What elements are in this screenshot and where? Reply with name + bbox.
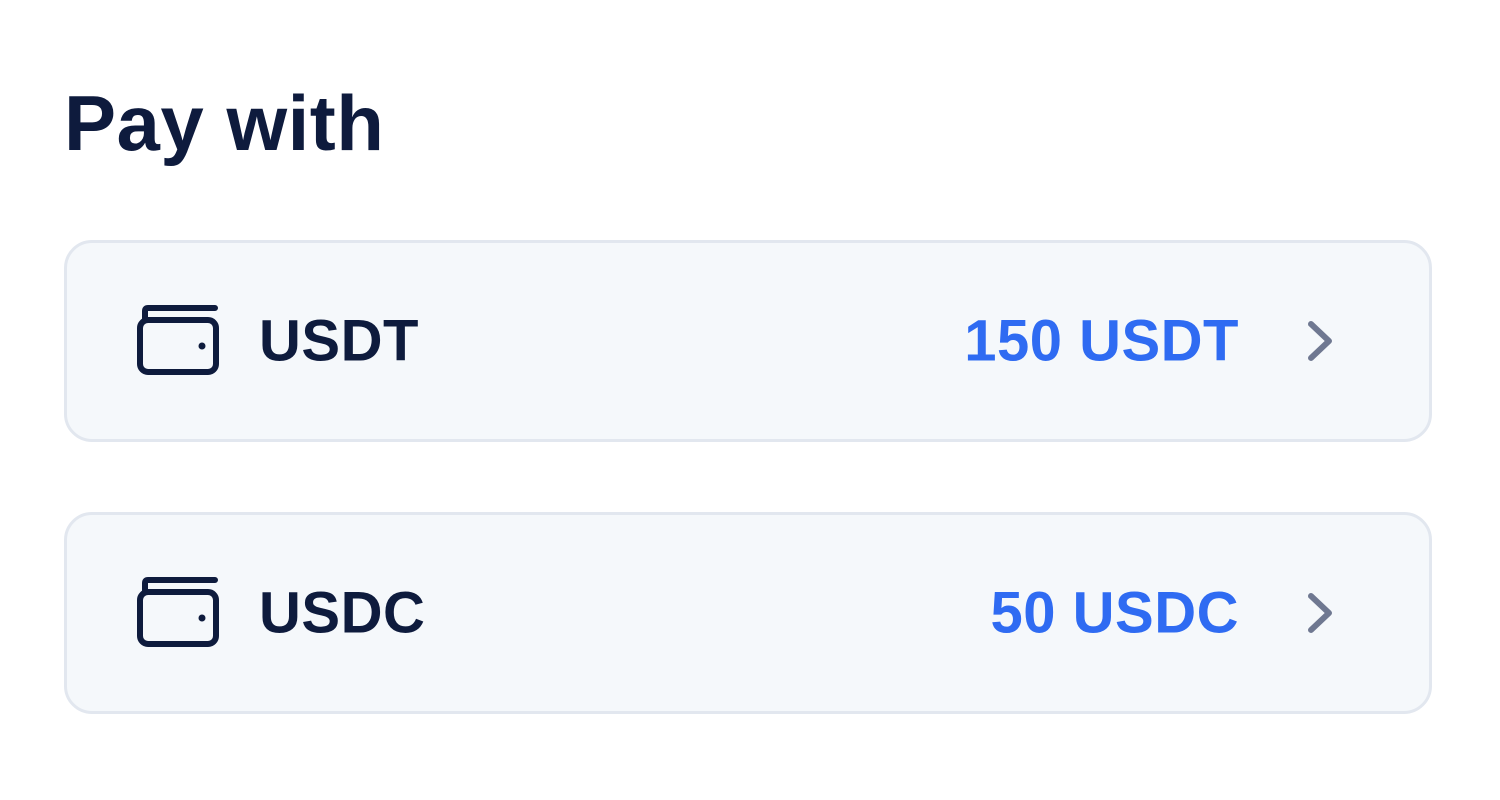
page-title: Pay with (64, 79, 385, 167)
payment-option-usdt[interactable]: USDT 150 USDT (64, 240, 1432, 442)
payment-option-usdc[interactable]: USDC 50 USDC (64, 512, 1432, 714)
asset-balance: 50 USDC (990, 580, 1239, 646)
asset-name: USDT (259, 308, 419, 374)
asset-balance: 150 USDT (964, 308, 1239, 374)
chevron-right-icon (1308, 321, 1332, 361)
chevron-right-icon (1308, 593, 1332, 633)
asset-name: USDC (259, 580, 426, 646)
wallet-icon (137, 577, 219, 647)
wallet-icon (137, 305, 219, 375)
